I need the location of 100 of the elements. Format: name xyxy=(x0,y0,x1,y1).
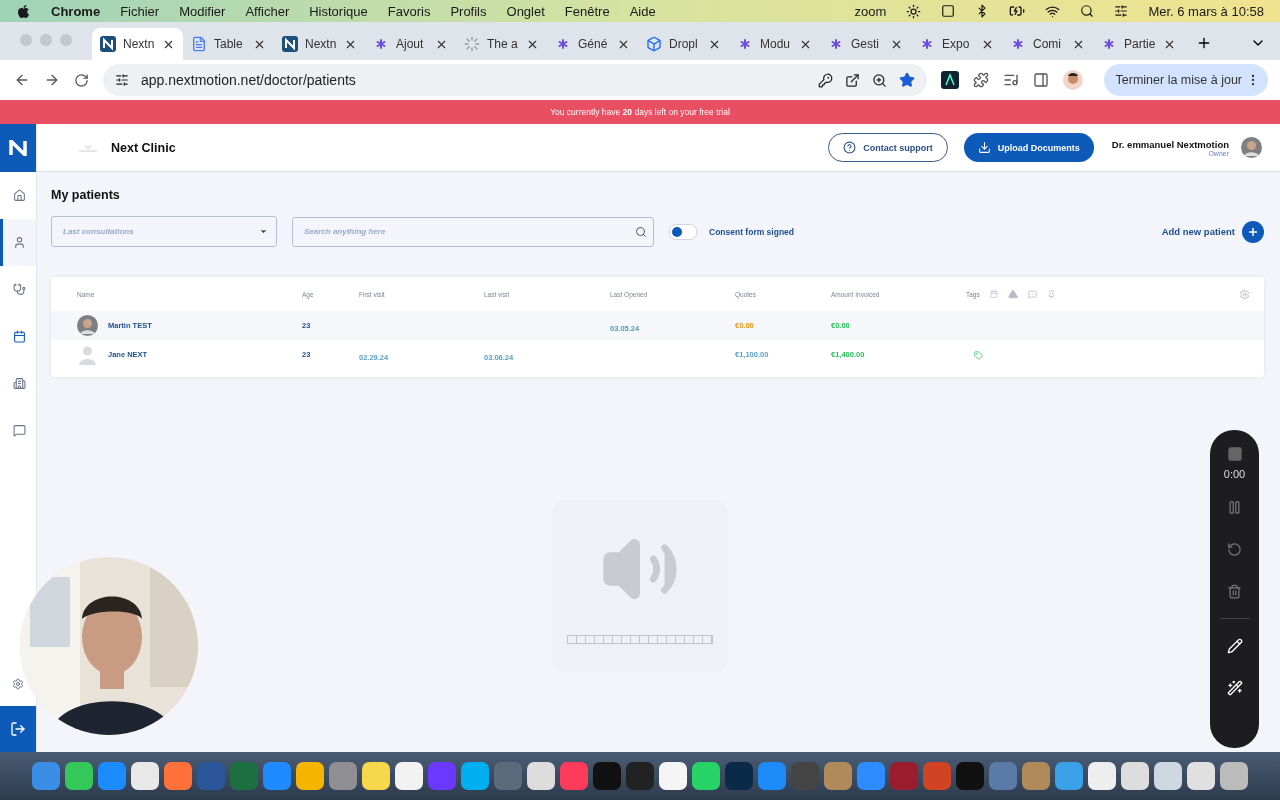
menu-item[interactable]: Fenêtre xyxy=(564,3,610,19)
building-icon[interactable] xyxy=(13,377,26,390)
calendar-icon[interactable] xyxy=(13,330,26,343)
menu-item[interactable]: Aide xyxy=(629,3,656,19)
browser-tab[interactable]: Ajout xyxy=(365,28,456,60)
app-icon[interactable] xyxy=(659,762,687,790)
caret-icon xyxy=(259,227,268,236)
app-logo-icon xyxy=(282,36,298,52)
media-icon[interactable] xyxy=(1003,72,1019,88)
consent-toggle[interactable] xyxy=(669,223,697,240)
address-bar[interactable]: app.nextmotion.net/doctor/patients xyxy=(103,64,927,96)
trial-message: You currently have 20 days left on your free trial xyxy=(550,107,730,117)
magic-wand-icon[interactable] xyxy=(1226,680,1243,696)
app-icon[interactable] xyxy=(1220,762,1248,790)
menu-item[interactable]: Historique xyxy=(309,3,368,19)
app-icon[interactable] xyxy=(164,762,192,790)
user-avatar xyxy=(1241,137,1262,158)
upload-documents-button[interactable]: Upload Documents xyxy=(963,133,1094,162)
bookmark-star-icon[interactable] xyxy=(899,72,915,88)
download-icon xyxy=(977,141,991,154)
browser-tab[interactable]: Nextn xyxy=(274,28,365,60)
app-icon[interactable] xyxy=(1055,762,1083,790)
menu-item[interactable]: Profils xyxy=(450,3,487,19)
stop-icon[interactable] xyxy=(1226,446,1243,462)
side-panel-icon[interactable] xyxy=(1033,72,1049,88)
pencil-icon[interactable] xyxy=(1226,638,1243,654)
patient-photo xyxy=(77,315,98,336)
logout-button[interactable] xyxy=(0,706,36,752)
avatar-placeholder-icon xyxy=(77,344,98,365)
search-icon[interactable] xyxy=(1080,4,1095,18)
app-icon[interactable] xyxy=(296,762,324,790)
menu-item[interactable]: Onglet xyxy=(506,3,545,19)
app-icon[interactable] xyxy=(131,762,159,790)
browser-tab[interactable]: Nextn xyxy=(92,28,183,60)
browser-tab[interactable]: Modu xyxy=(729,28,820,60)
consent-label: Consent form signed xyxy=(709,226,794,237)
app-icon[interactable] xyxy=(692,762,720,790)
forward-icon[interactable] xyxy=(44,72,60,88)
zoom-icon[interactable] xyxy=(872,72,887,88)
pause-icon[interactable] xyxy=(1227,499,1242,515)
browser-tab[interactable]: Comi xyxy=(1002,28,1093,60)
app-icon[interactable] xyxy=(1088,762,1116,790)
update-button[interactable]: Terminer la mise à jour xyxy=(1103,64,1268,96)
sun-icon[interactable] xyxy=(906,3,922,19)
home-icon[interactable] xyxy=(13,189,26,202)
add-patient-button[interactable]: Add new patient xyxy=(1161,220,1264,243)
browser-tab[interactable]: Gesti xyxy=(820,28,911,60)
battery-icon[interactable] xyxy=(1009,3,1026,19)
key-icon[interactable] xyxy=(818,72,833,88)
app-logo[interactable] xyxy=(0,124,36,172)
logo-mark-icon xyxy=(9,140,27,156)
search-icon xyxy=(635,225,647,238)
control-center-icon[interactable] xyxy=(1114,4,1129,18)
browser-tab[interactable]: Expo xyxy=(911,28,1002,60)
site-settings-icon[interactable] xyxy=(115,73,129,87)
chat-icon[interactable] xyxy=(13,424,26,437)
window-icon[interactable] xyxy=(941,4,956,18)
app-icon[interactable] xyxy=(1154,762,1182,790)
delete-icon[interactable] xyxy=(1227,583,1242,599)
open-external-icon[interactable] xyxy=(845,72,860,88)
plus-icon xyxy=(1247,225,1259,238)
browser-tab[interactable]: Géné xyxy=(547,28,638,60)
extensions-icon[interactable] xyxy=(973,72,989,88)
contact-support-button[interactable]: Contact support xyxy=(828,133,948,162)
restart-icon[interactable] xyxy=(1227,541,1242,557)
browser-tab[interactable]: Table xyxy=(183,28,274,60)
user-icon[interactable] xyxy=(13,236,26,249)
apple-menu-icon[interactable] xyxy=(16,3,31,19)
wifi-icon[interactable] xyxy=(1045,3,1061,19)
browser-tab[interactable]: The a xyxy=(456,28,547,60)
menu-item[interactable]: Afficher xyxy=(245,3,290,19)
browser-tab[interactable]: Dropl xyxy=(638,28,729,60)
app-icon[interactable] xyxy=(527,762,555,790)
settings-icon[interactable] xyxy=(12,678,24,690)
app-icon[interactable] xyxy=(395,762,423,790)
profile-avatar-icon[interactable] xyxy=(1063,70,1083,90)
sidebar-item[interactable] xyxy=(0,219,36,266)
app-icon[interactable] xyxy=(461,762,489,790)
menu-item[interactable]: Fichier xyxy=(120,3,160,19)
new-tab-icon[interactable] xyxy=(1196,35,1212,51)
help-icon xyxy=(843,141,857,154)
extension-icon[interactable] xyxy=(941,71,959,89)
back-icon[interactable] xyxy=(14,72,30,88)
recording-time: 0:00 xyxy=(1223,467,1246,482)
app-logo-icon xyxy=(100,36,116,52)
stethoscope-icon[interactable] xyxy=(13,283,26,296)
app-icon[interactable] xyxy=(1121,762,1149,790)
box-icon xyxy=(646,36,662,52)
menu-item[interactable]: Modifier xyxy=(179,3,226,19)
app-icon[interactable] xyxy=(65,762,93,790)
menu-item[interactable]: Favoris xyxy=(387,3,431,19)
user-name: Dr. emmanuel Nextmotion xyxy=(1111,138,1229,150)
status-menu-item[interactable]: zoom xyxy=(854,3,887,19)
document-icon xyxy=(191,36,207,52)
menu-item[interactable]: Chrome xyxy=(51,3,101,19)
reload-icon[interactable] xyxy=(74,72,89,88)
loading-icon xyxy=(464,36,480,52)
browser-tab[interactable]: Partie xyxy=(1093,28,1184,60)
app-icon[interactable] xyxy=(362,762,390,790)
app-icon[interactable] xyxy=(1187,762,1215,790)
